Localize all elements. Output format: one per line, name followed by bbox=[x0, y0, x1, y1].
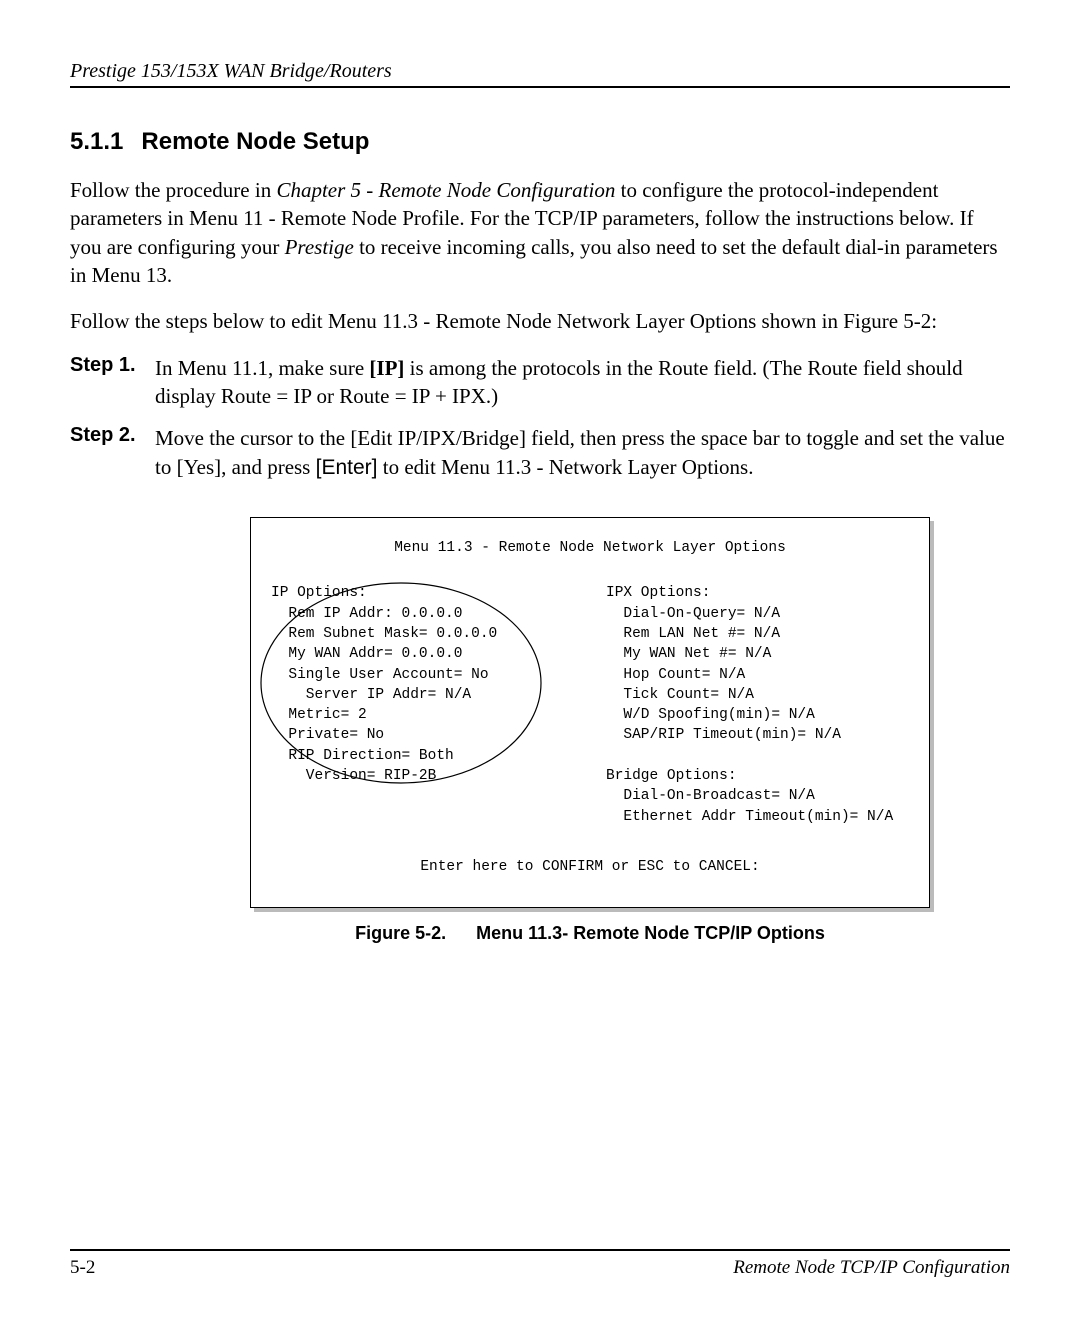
step-2: Step 2. Move the cursor to the [Edit IP/… bbox=[70, 424, 1010, 482]
figure-caption: Figure 5-2. Menu 11.3- Remote Node TCP/I… bbox=[250, 923, 930, 944]
menu-ip-options: IP Options: Rem IP Addr: 0.0.0.0 Rem Sub… bbox=[271, 583, 606, 827]
intro-paragraph-1: Follow the procedure in Chapter 5 - Remo… bbox=[70, 176, 1010, 289]
step-2-label: Step 2. bbox=[70, 424, 155, 482]
step-1-bold: [IP] bbox=[369, 356, 404, 380]
step-2-text-b: to edit Menu 11.3 - Network Layer Option… bbox=[377, 455, 753, 479]
footer-page-number: 5-2 bbox=[70, 1257, 95, 1279]
step-1: Step 1. In Menu 11.1, make sure [IP] is … bbox=[70, 354, 1010, 411]
menu-ipx-bridge-options: IPX Options: Dial-On-Query= N/A Rem LAN … bbox=[606, 583, 909, 827]
section-title-text: Remote Node Setup bbox=[141, 128, 369, 155]
p1-italic-ref: Chapter 5 - Remote Node Configuration bbox=[276, 178, 615, 202]
section-number: 5.1.1 bbox=[70, 128, 123, 155]
steps-list: Step 1. In Menu 11.1, make sure [IP] is … bbox=[70, 354, 1010, 482]
step-1-text-a: In Menu 11.1, make sure bbox=[155, 356, 369, 380]
p1-text-a: Follow the procedure in bbox=[70, 178, 276, 202]
figure-5-2: Menu 11.3 - Remote Node Network Layer Op… bbox=[250, 517, 930, 944]
step-2-key: [Enter] bbox=[316, 456, 378, 479]
step-2-text: Move the cursor to the [Edit IP/IPX/Brid… bbox=[155, 424, 1010, 482]
menu-screenshot: Menu 11.3 - Remote Node Network Layer Op… bbox=[250, 517, 930, 908]
header-title: Prestige 153/153X WAN Bridge/Routers bbox=[70, 60, 1010, 88]
intro-paragraph-2: Follow the steps below to edit Menu 11.3… bbox=[70, 307, 1010, 335]
menu-footer-prompt: Enter here to CONFIRM or ESC to CANCEL: bbox=[271, 857, 909, 877]
menu-body: IP Options: Rem IP Addr: 0.0.0.0 Rem Sub… bbox=[271, 583, 909, 827]
page-header: Prestige 153/153X WAN Bridge/Routers bbox=[70, 60, 1010, 88]
p1-italic-product: Prestige bbox=[285, 235, 354, 259]
step-1-text: In Menu 11.1, make sure [IP] is among th… bbox=[155, 354, 1010, 411]
section-heading: 5.1.1 Remote Node Setup bbox=[70, 128, 1010, 156]
step-1-label: Step 1. bbox=[70, 354, 155, 411]
menu-title: Menu 11.3 - Remote Node Network Layer Op… bbox=[271, 538, 909, 558]
figure-number: Figure 5-2. bbox=[355, 923, 446, 943]
figure-caption-text: Menu 11.3- Remote Node TCP/IP Options bbox=[476, 923, 825, 943]
page-footer: 5-2 Remote Node TCP/IP Configuration bbox=[70, 1249, 1010, 1279]
footer-chapter-title: Remote Node TCP/IP Configuration bbox=[733, 1257, 1010, 1279]
